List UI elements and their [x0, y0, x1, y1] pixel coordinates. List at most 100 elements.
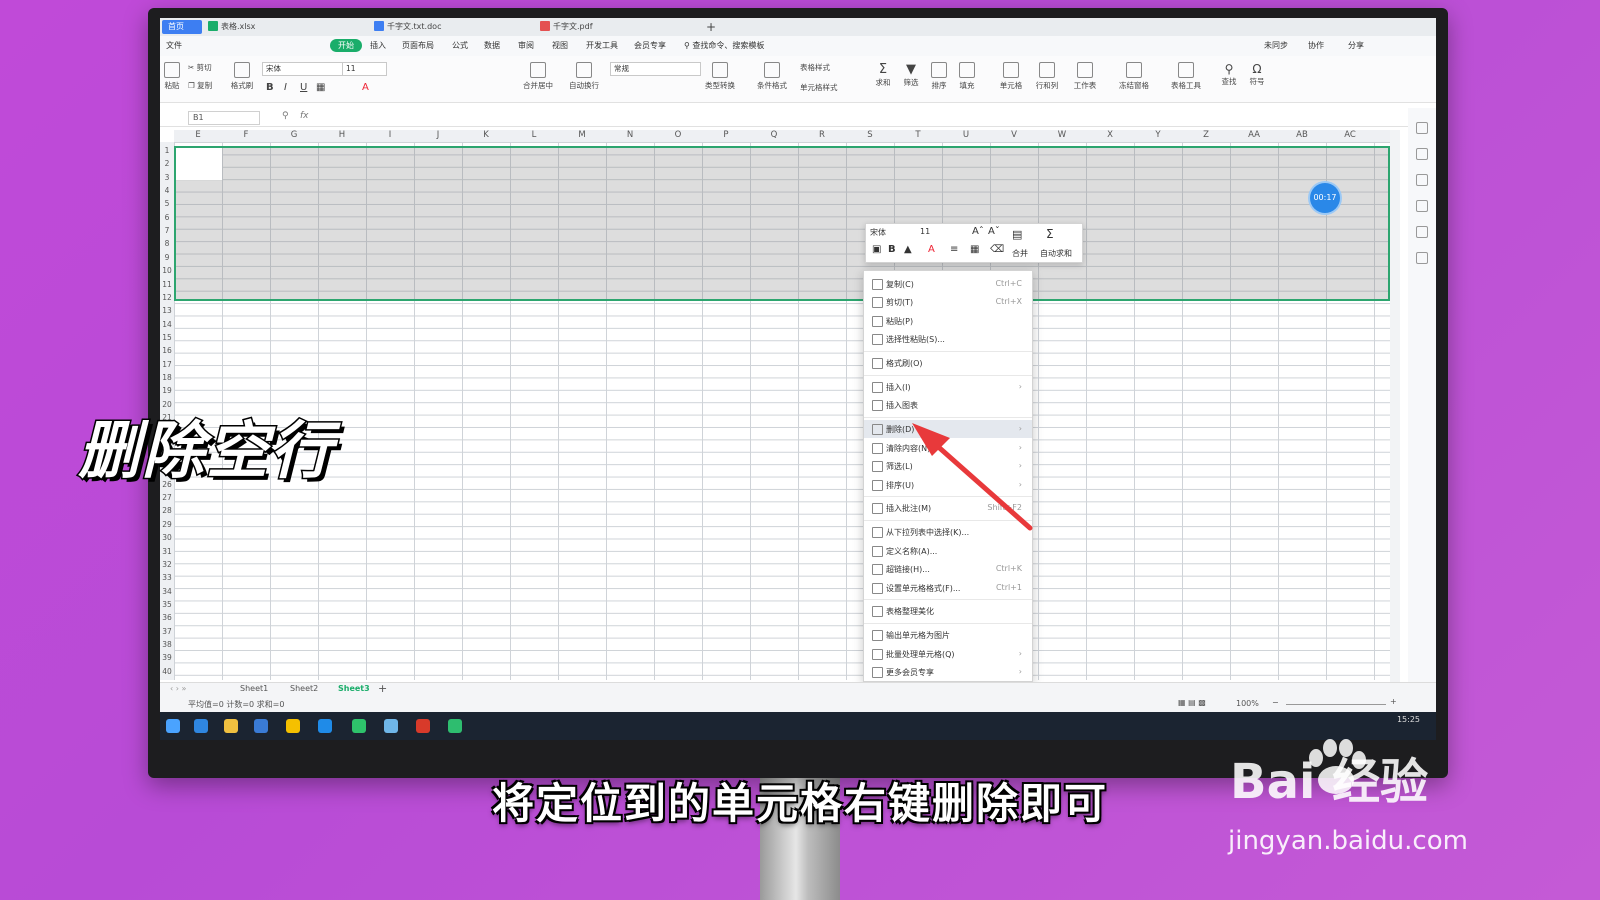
filter-button[interactable]: ▼ 筛选: [900, 62, 922, 88]
command-search[interactable]: ⚲ 查找命令、搜索模板: [684, 40, 764, 51]
sum-button[interactable]: Σ 求和: [872, 62, 894, 88]
context-menu-item[interactable]: 删除(D) ›: [864, 420, 1032, 439]
browser-icon[interactable]: [318, 719, 332, 733]
row-header[interactable]: 31: [160, 547, 174, 556]
column-header[interactable]: S: [846, 130, 894, 140]
new-tab-button[interactable]: +: [700, 20, 722, 34]
zoom-slider[interactable]: [1286, 704, 1386, 705]
row-header[interactable]: 27: [160, 493, 174, 502]
table-tools-button[interactable]: 表格工具: [1166, 62, 1206, 91]
row-header[interactable]: 9: [160, 253, 174, 262]
sort-button[interactable]: 排序: [928, 62, 950, 91]
row-header[interactable]: 36: [160, 613, 174, 622]
column-header[interactable]: I: [366, 130, 414, 140]
column-header[interactable]: K: [462, 130, 510, 140]
context-menu-item[interactable]: 更多会员专享 ›: [864, 663, 1032, 681]
tab-spreadsheet[interactable]: 表格.xlsx: [202, 20, 261, 34]
underline-button[interactable]: U: [300, 82, 307, 93]
paste-button[interactable]: 粘贴: [162, 62, 182, 91]
context-menu-item[interactable]: 排序(U) ›: [864, 476, 1032, 494]
context-menu-item[interactable]: 表格整理美化: [864, 602, 1032, 620]
view-mode-icons[interactable]: ▦ ▤ ▩: [1178, 698, 1206, 707]
zoom-out-button[interactable]: −: [1272, 698, 1279, 707]
row-header[interactable]: 10: [160, 266, 174, 275]
row-header[interactable]: 34: [160, 587, 174, 596]
name-box[interactable]: B1: [188, 111, 260, 125]
menu-developer[interactable]: 开发工具: [586, 40, 618, 51]
menu-formula[interactable]: 公式: [452, 40, 468, 51]
context-menu-item[interactable]: 复制(C) Ctrl+C: [864, 275, 1032, 293]
context-menu-item[interactable]: 插入(I) ›: [864, 378, 1032, 396]
collaborate-button[interactable]: 协作: [1308, 40, 1324, 51]
merge-center-button[interactable]: 合并居中: [520, 62, 556, 91]
context-menu-item[interactable]: 输出单元格为图片: [864, 626, 1032, 644]
row-header[interactable]: 40: [160, 667, 174, 676]
type-convert-button[interactable]: 类型转换: [702, 62, 738, 91]
mini-merge-label[interactable]: 合并: [1012, 248, 1028, 259]
column-header[interactable]: AB: [1278, 130, 1326, 140]
context-menu-item[interactable]: 粘贴(P): [864, 312, 1032, 330]
font-family-select[interactable]: 宋体: [262, 62, 343, 76]
mini-size-select[interactable]: 11: [920, 227, 930, 236]
mini-font-select[interactable]: 宋体: [870, 227, 886, 238]
zoom-in-button[interactable]: +: [1390, 697, 1397, 706]
app2-icon[interactable]: [384, 719, 398, 733]
wrap-text-button[interactable]: 自动换行: [566, 62, 602, 91]
fill-button[interactable]: 填充: [956, 62, 978, 91]
row-header[interactable]: 33: [160, 573, 174, 582]
cut-button[interactable]: ✂ 剪切: [188, 62, 212, 73]
mini-bold-button[interactable]: B: [888, 244, 896, 255]
row-header[interactable]: 7: [160, 226, 174, 235]
row-header[interactable]: 30: [160, 533, 174, 542]
menu-home[interactable]: 开始: [330, 39, 362, 52]
sheet-tab-3[interactable]: Sheet3: [338, 684, 370, 693]
sheet-tab-1[interactable]: Sheet1: [240, 684, 268, 693]
column-header[interactable]: X: [1086, 130, 1134, 140]
vertical-scrollbar[interactable]: [1390, 130, 1400, 682]
side-tool-icon[interactable]: [1416, 148, 1428, 160]
wechat-icon[interactable]: [352, 719, 366, 733]
menu-file[interactable]: 文件: [166, 40, 182, 51]
video-icon[interactable]: [448, 719, 462, 733]
mini-fill-icon[interactable]: ▲: [904, 244, 912, 255]
shrink-font-icon[interactable]: Aˇ: [988, 226, 1000, 237]
cell-button[interactable]: 单元格: [996, 62, 1026, 91]
mini-autosum-label[interactable]: 自动求和: [1040, 248, 1072, 259]
column-header[interactable]: R: [798, 130, 846, 140]
row-header[interactable]: 18: [160, 373, 174, 382]
context-menu-item[interactable]: 定义名称(A)...: [864, 542, 1032, 560]
mini-merge-icon[interactable]: ▤: [1012, 228, 1022, 241]
row-header[interactable]: 37: [160, 627, 174, 636]
side-tool-icon[interactable]: [1416, 174, 1428, 186]
grow-font-icon[interactable]: Aˆ: [972, 226, 984, 237]
row-header[interactable]: 11: [160, 280, 174, 289]
format-painter-button[interactable]: 格式刷: [228, 62, 256, 91]
row-header[interactable]: 38: [160, 640, 174, 649]
mini-border-icon[interactable]: ▦: [970, 244, 979, 255]
menu-data[interactable]: 数据: [484, 40, 500, 51]
mini-font-color-icon[interactable]: A: [928, 244, 935, 255]
row-header[interactable]: 12: [160, 293, 174, 302]
mini-format-icon[interactable]: ▣: [872, 244, 881, 255]
symbol-button[interactable]: Ω 符号: [1246, 62, 1268, 87]
column-header[interactable]: J: [414, 130, 462, 140]
row-header[interactable]: 29: [160, 520, 174, 529]
context-menu-item[interactable]: 超链接(H)... Ctrl+K: [864, 560, 1032, 578]
context-menu-item[interactable]: 插入图表: [864, 396, 1032, 414]
column-header[interactable]: F: [222, 130, 270, 140]
column-header[interactable]: N: [606, 130, 654, 140]
row-header[interactable]: 19: [160, 386, 174, 395]
column-header[interactable]: O: [654, 130, 702, 140]
cell-style-button[interactable]: 单元格样式: [800, 82, 838, 93]
context-menu-item[interactable]: 批量处理单元格(Q) ›: [864, 645, 1032, 663]
side-tool-icon[interactable]: [1416, 226, 1428, 238]
font-size-select[interactable]: 11: [342, 62, 387, 76]
mini-eraser-icon[interactable]: ⌫: [990, 244, 1004, 255]
tab-pdf[interactable]: 千字文.pdf: [534, 20, 599, 34]
menu-view[interactable]: 视图: [552, 40, 568, 51]
freeze-panes-button[interactable]: 冻结窗格: [1114, 62, 1154, 91]
side-tool-icon[interactable]: [1416, 122, 1428, 134]
start-icon[interactable]: [166, 719, 180, 733]
column-header[interactable]: Q: [750, 130, 798, 140]
row-header[interactable]: 4: [160, 186, 174, 195]
